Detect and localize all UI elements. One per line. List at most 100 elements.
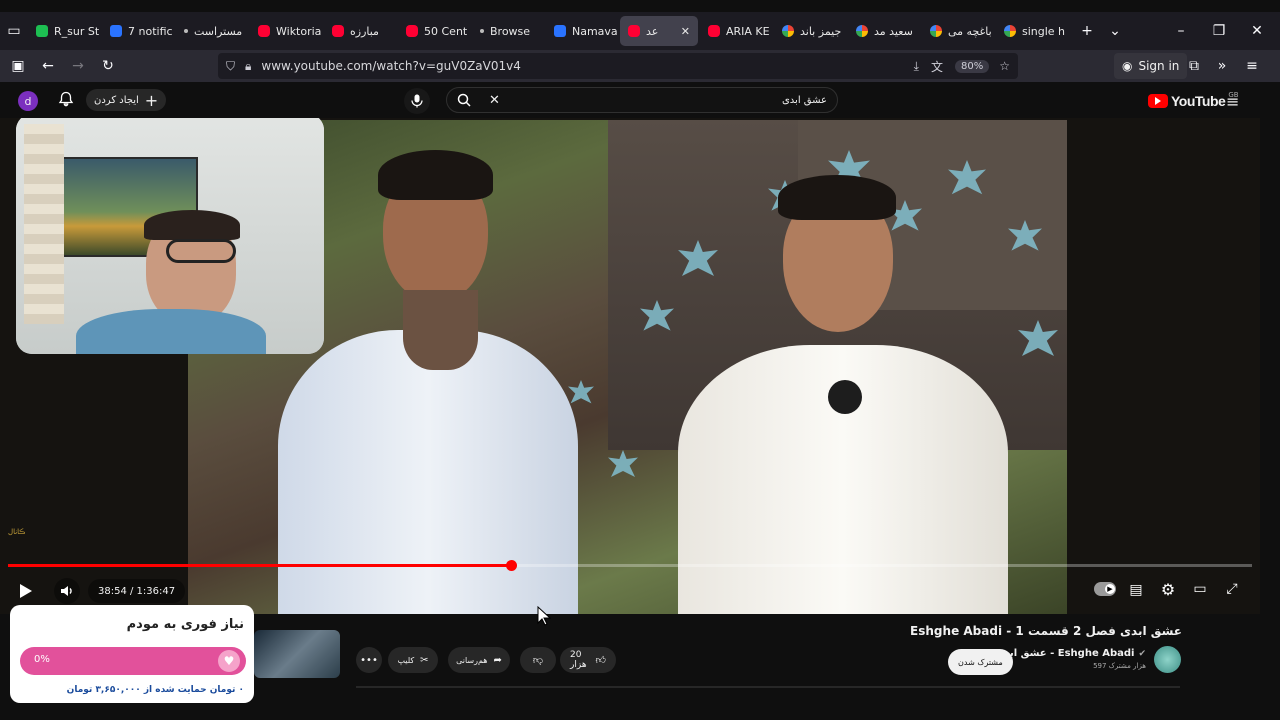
notifications-bell-icon[interactable] [58,91,74,107]
share-arrow-icon: ➦ [493,654,502,666]
autoplay-toggle[interactable]: ▶ [1094,582,1116,596]
new-tab-button[interactable]: + [1073,17,1101,45]
browser-tab[interactable]: مبارزه [324,16,396,46]
search-icon[interactable] [457,93,471,107]
translate-icon[interactable]: 文 [931,58,943,75]
donation-percent: 0% [34,654,50,665]
search-input[interactable]: عشق ابدی [500,95,827,106]
more-tools-icon[interactable]: » [1208,52,1236,80]
tab-label: ARIA KE [726,24,770,38]
browser-tab[interactable]: single h [996,16,1068,46]
channel-name-text: عشق ابدی - Eshghe Abadi [995,648,1135,659]
tab-overview-icon[interactable]: ▭ [0,17,28,45]
tab-list-chevron-icon[interactable]: ⌄ [1101,17,1129,45]
channel-avatar[interactable] [1154,646,1181,673]
minimize-button[interactable]: – [1167,17,1195,45]
subscribe-button[interactable]: مشترک شدن [948,649,1013,675]
tab-favicon-icon [628,25,640,37]
volume-button[interactable] [54,578,80,604]
browser-tab[interactable]: ARIA KE [700,16,772,46]
tab-favicon-icon [554,25,566,37]
volume-icon [61,586,72,596]
browser-tab[interactable]: Namava [546,16,618,46]
donation-status: ۰ تومان حمایت شده از ۳,۶۵۰,۰۰۰ تومان [66,685,244,695]
url-text: www.youtube.com/watch?v=guV0ZaV01v4 [261,59,521,73]
subscriber-count: 597 هزار مشترک [1093,662,1146,670]
reload-button[interactable]: ↻ [94,52,122,80]
channel-watermark[interactable]: ڪانال [8,528,25,536]
progress-played [8,564,511,567]
tab-label: R_sur Sti [54,24,100,38]
like-count: 20 هزار [570,650,587,670]
tab-label: مستراست [194,24,243,38]
heart-icon: ♥ [218,650,240,672]
tab-close-icon[interactable]: ✕ [681,25,690,38]
reaction-webcam-overlay [16,118,324,354]
theater-mode-icon[interactable]: ▭ [1190,579,1210,599]
channel-name[interactable]: عشق ابدی - Eshghe Abadi ✔ [995,648,1146,659]
tab-favicon-icon [258,25,270,37]
browser-tab[interactable]: Wiktoria [250,16,322,46]
browser-tab[interactable]: 7 notific [102,16,174,46]
tab-label: سعید مد [874,24,913,38]
scissors-icon: ✂ [420,654,429,666]
browser-tab[interactable]: عد ✕ [620,16,698,46]
youtube-logo[interactable]: YouTube GB [1148,91,1239,109]
sign-in-label: Sign in [1138,59,1180,73]
donation-title: نیاز فوری به مودم [126,617,244,632]
share-button[interactable]: هم‌رسانی ➦ [448,647,510,673]
thumbs-up-icon: 👍︎ [595,655,606,666]
browser-tab[interactable]: باغچه می [922,16,994,46]
bookmark-star-icon[interactable]: ☆ [999,59,1010,73]
video-player[interactable]: ڪانال 38:54 / 1:36:47 ▶ ▤ ⚙ ▭ ⤢ [0,118,1260,614]
app-menu-icon[interactable]: ≡ [1238,52,1266,80]
search-box[interactable]: ✕ عشق ابدی [446,87,838,113]
zoom-level[interactable]: 80% [955,59,990,73]
forward-button[interactable]: → [64,52,92,80]
browser-tab[interactable]: جیمز باند [774,16,846,46]
extensions-icon[interactable]: ⧉ [1180,52,1208,80]
progress-bar[interactable] [8,560,1252,571]
tab-favicon-icon [406,25,418,37]
shelf-thumbnail[interactable] [254,630,340,678]
voice-search-button[interactable] [404,88,430,114]
back-button[interactable]: ← [34,52,62,80]
thumbs-down-icon: 👎︎ [532,655,544,666]
browser-tab-bar: ▭ R_sur Sti 7 notific مستراست Wiktoria مبارز… [0,12,1280,50]
restore-button[interactable]: ❐ [1205,17,1233,45]
tab-label: جیمز باند [800,24,842,38]
install-page-icon[interactable]: ⤓ [914,59,919,74]
clip-button[interactable]: کلیپ ✂ [388,647,438,673]
fullscreen-icon[interactable]: ⤢ [1222,579,1242,599]
settings-gear-icon[interactable]: ⚙ [1158,579,1178,599]
avatar[interactable]: d [18,91,38,111]
tab-label: عد [646,24,659,38]
tab-label: Wiktoria [276,24,322,38]
scrubber-handle[interactable] [505,560,517,571]
browser-toolbar: ▣ ← → ↻ ⛉ 🔒︎ www.youtube.com/watch?v=guV… [0,50,1280,82]
create-label: ایجاد کردن [94,94,139,106]
browser-tab[interactable]: R_sur Sti [28,16,100,46]
share-label: هم‌رسانی [456,655,488,665]
tab-label: مبارزه [350,24,379,38]
youtube-play-logo-icon [1148,94,1168,108]
create-button[interactable]: ایجاد کردن + [86,89,167,111]
tab-favicon-icon [708,25,720,37]
tab-strip: R_sur Sti 7 notific مستراست Wiktoria مبارزه 5… [28,16,1073,46]
sidebar-toggle-icon[interactable]: ▣ [4,52,32,80]
browser-tab[interactable]: سعید مد [848,16,920,46]
play-icon [20,584,32,598]
like-button[interactable]: 20 هزار 👍︎ [560,647,616,673]
address-bar[interactable]: ⛉ 🔒︎ www.youtube.com/watch?v=guV0ZaV01v4… [218,53,1018,79]
play-button[interactable] [12,578,38,604]
guide-menu-icon[interactable]: ≡ [1226,92,1239,111]
browser-tab[interactable]: 50 Cent [398,16,470,46]
browser-tab[interactable]: مستراست [176,16,248,46]
sign-in-button[interactable]: ◉ Sign in [1114,53,1188,79]
subtitles-icon[interactable]: ▤ [1126,580,1146,600]
clear-search-icon[interactable]: ✕ [489,93,500,108]
close-window-button[interactable]: ✕ [1243,17,1271,45]
dislike-button[interactable]: 👎︎ [520,647,556,673]
browser-tab[interactable]: Browse [472,16,544,46]
more-actions-button[interactable]: ••• [356,647,382,673]
